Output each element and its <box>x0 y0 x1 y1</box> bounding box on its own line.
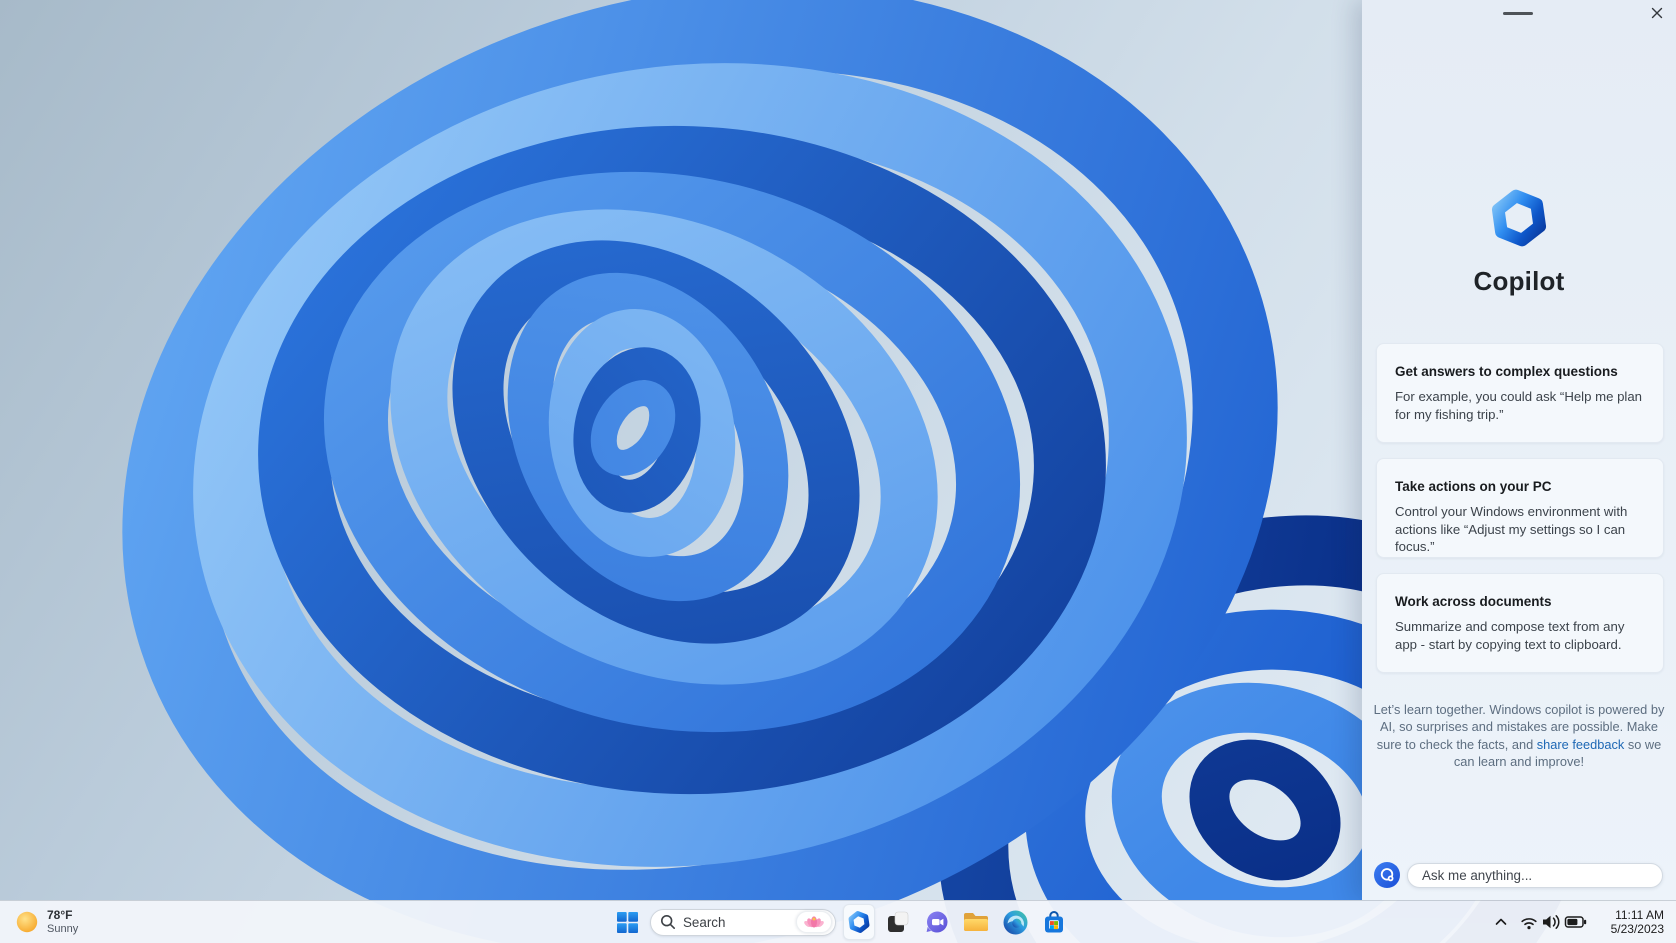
quick-settings-button[interactable] <box>1515 905 1591 939</box>
search-label: Search <box>683 914 726 930</box>
close-icon <box>1651 7 1663 19</box>
card-body: Summarize and compose text from any app … <box>1395 619 1625 652</box>
copilot-title: Copilot <box>1473 266 1565 296</box>
copilot-card-documents: Work across documents Summarize and comp… <box>1376 573 1664 673</box>
weather-condition: Sunny <box>47 922 79 935</box>
volume-icon <box>1543 915 1560 929</box>
card-heading: Take actions on your PC <box>1395 479 1552 494</box>
edge-button[interactable] <box>999 904 1031 940</box>
chat-icon <box>926 911 948 933</box>
copilot-card-actions: Take actions on your PC Control your Win… <box>1376 458 1664 558</box>
close-button[interactable] <box>1646 4 1668 22</box>
folder-icon <box>964 913 988 931</box>
battery-icon <box>1564 916 1587 928</box>
copilot-panel: Copilot Get answers to complex questions… <box>1362 0 1676 900</box>
edge-icon <box>1003 910 1027 934</box>
tray-time: 11:11 AM <box>1615 908 1664 922</box>
card-heading: Get answers to complex questions <box>1395 364 1618 379</box>
minimize-icon <box>1503 11 1533 15</box>
search-highlight <box>796 911 832 933</box>
copilot-card-answers: Get answers to complex questions For exa… <box>1376 343 1664 443</box>
taskbar-copilot-button[interactable] <box>843 904 875 940</box>
card-heading: Work across documents <box>1395 594 1552 609</box>
minimize-button[interactable] <box>1490 4 1546 22</box>
chevron-up-icon <box>1495 918 1507 925</box>
copilot-icon <box>847 910 871 934</box>
windows-logo-icon <box>616 911 638 933</box>
share-feedback-link[interactable]: share feedback <box>1537 737 1625 752</box>
search-box[interactable]: Search <box>650 908 836 936</box>
store-button[interactable] <box>1038 904 1070 940</box>
task-view-button[interactable] <box>882 904 914 940</box>
card-body: Control your Windows environment with ac… <box>1395 504 1628 555</box>
ask-input[interactable] <box>1407 863 1663 888</box>
task-view-icon <box>888 911 909 932</box>
chat-button[interactable] <box>921 904 953 940</box>
tray-date: 5/23/2023 <box>1610 922 1664 936</box>
copilot-avatar-icon <box>1374 862 1400 888</box>
wifi-icon <box>1521 918 1537 930</box>
file-explorer-button[interactable] <box>960 904 992 940</box>
weather-widget[interactable]: 78°F Sunny <box>10 901 84 943</box>
copilot-logo-icon <box>1488 187 1550 249</box>
card-body: For example, you could ask “Help me plan… <box>1395 389 1643 422</box>
search-icon <box>660 914 675 929</box>
taskbar: 78°F Sunny Search 11:11 AM 5/23/2023 <box>0 900 1676 943</box>
lotus-flower-icon <box>804 916 824 928</box>
weather-temperature: 78°F <box>47 907 73 922</box>
microsoft-store-icon <box>1045 911 1063 933</box>
clock[interactable]: 11:11 AM 5/23/2023 <box>1600 908 1664 936</box>
tray-chevron-button[interactable] <box>1490 905 1512 939</box>
sun-icon <box>16 911 38 933</box>
disclaimer-text: Let’s learn together. Windows copilot is… <box>1372 701 1666 771</box>
start-button[interactable] <box>611 904 643 940</box>
